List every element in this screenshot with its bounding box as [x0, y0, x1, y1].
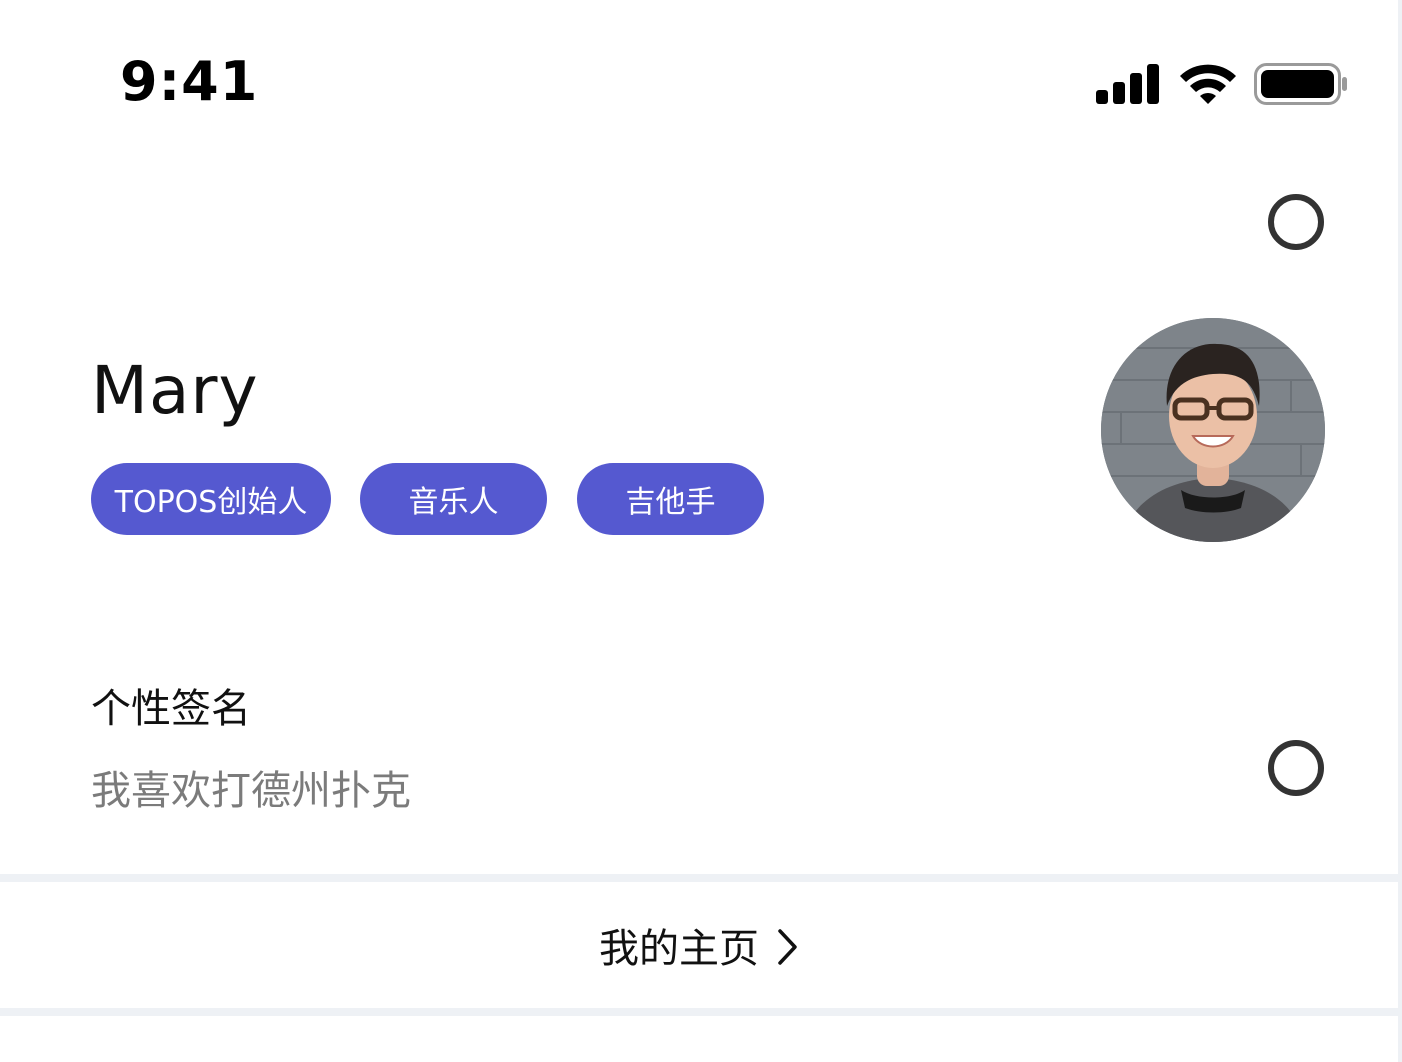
chevron-right-icon [778, 929, 797, 965]
right-edge-border [1398, 0, 1402, 1062]
avatar[interactable] [1101, 318, 1325, 542]
my-homepage-link[interactable]: 我的主页 [0, 882, 1398, 1008]
tag-badge[interactable]: 吉他手 [577, 463, 764, 535]
signature-text[interactable]: 我喜欢打德州扑克 [91, 758, 411, 816]
tag-badge[interactable]: 音乐人 [360, 463, 547, 535]
battery-icon [1254, 63, 1347, 105]
signature-title: 个性签名 [91, 686, 251, 732]
status-time: 9:41 [120, 50, 259, 113]
profile-screen: 9:41 Mary TOPOS创始人 音乐人 吉他手 个性签名 我喜欢打德州扑克… [0, 0, 1402, 1062]
my-homepage-label: 我的主页 [599, 926, 759, 972]
tag-badge[interactable]: TOPOS创始人 [91, 463, 331, 535]
divider [0, 1008, 1398, 1016]
divider [0, 874, 1398, 882]
avatar-photo [1101, 318, 1325, 542]
signal-icon [1096, 64, 1159, 104]
profile-name: Mary [91, 352, 259, 429]
status-bar: 9:41 [0, 0, 1398, 140]
wifi-icon [1180, 64, 1236, 104]
signature-circle-button[interactable] [1268, 740, 1324, 796]
top-circle-button[interactable] [1268, 194, 1324, 250]
